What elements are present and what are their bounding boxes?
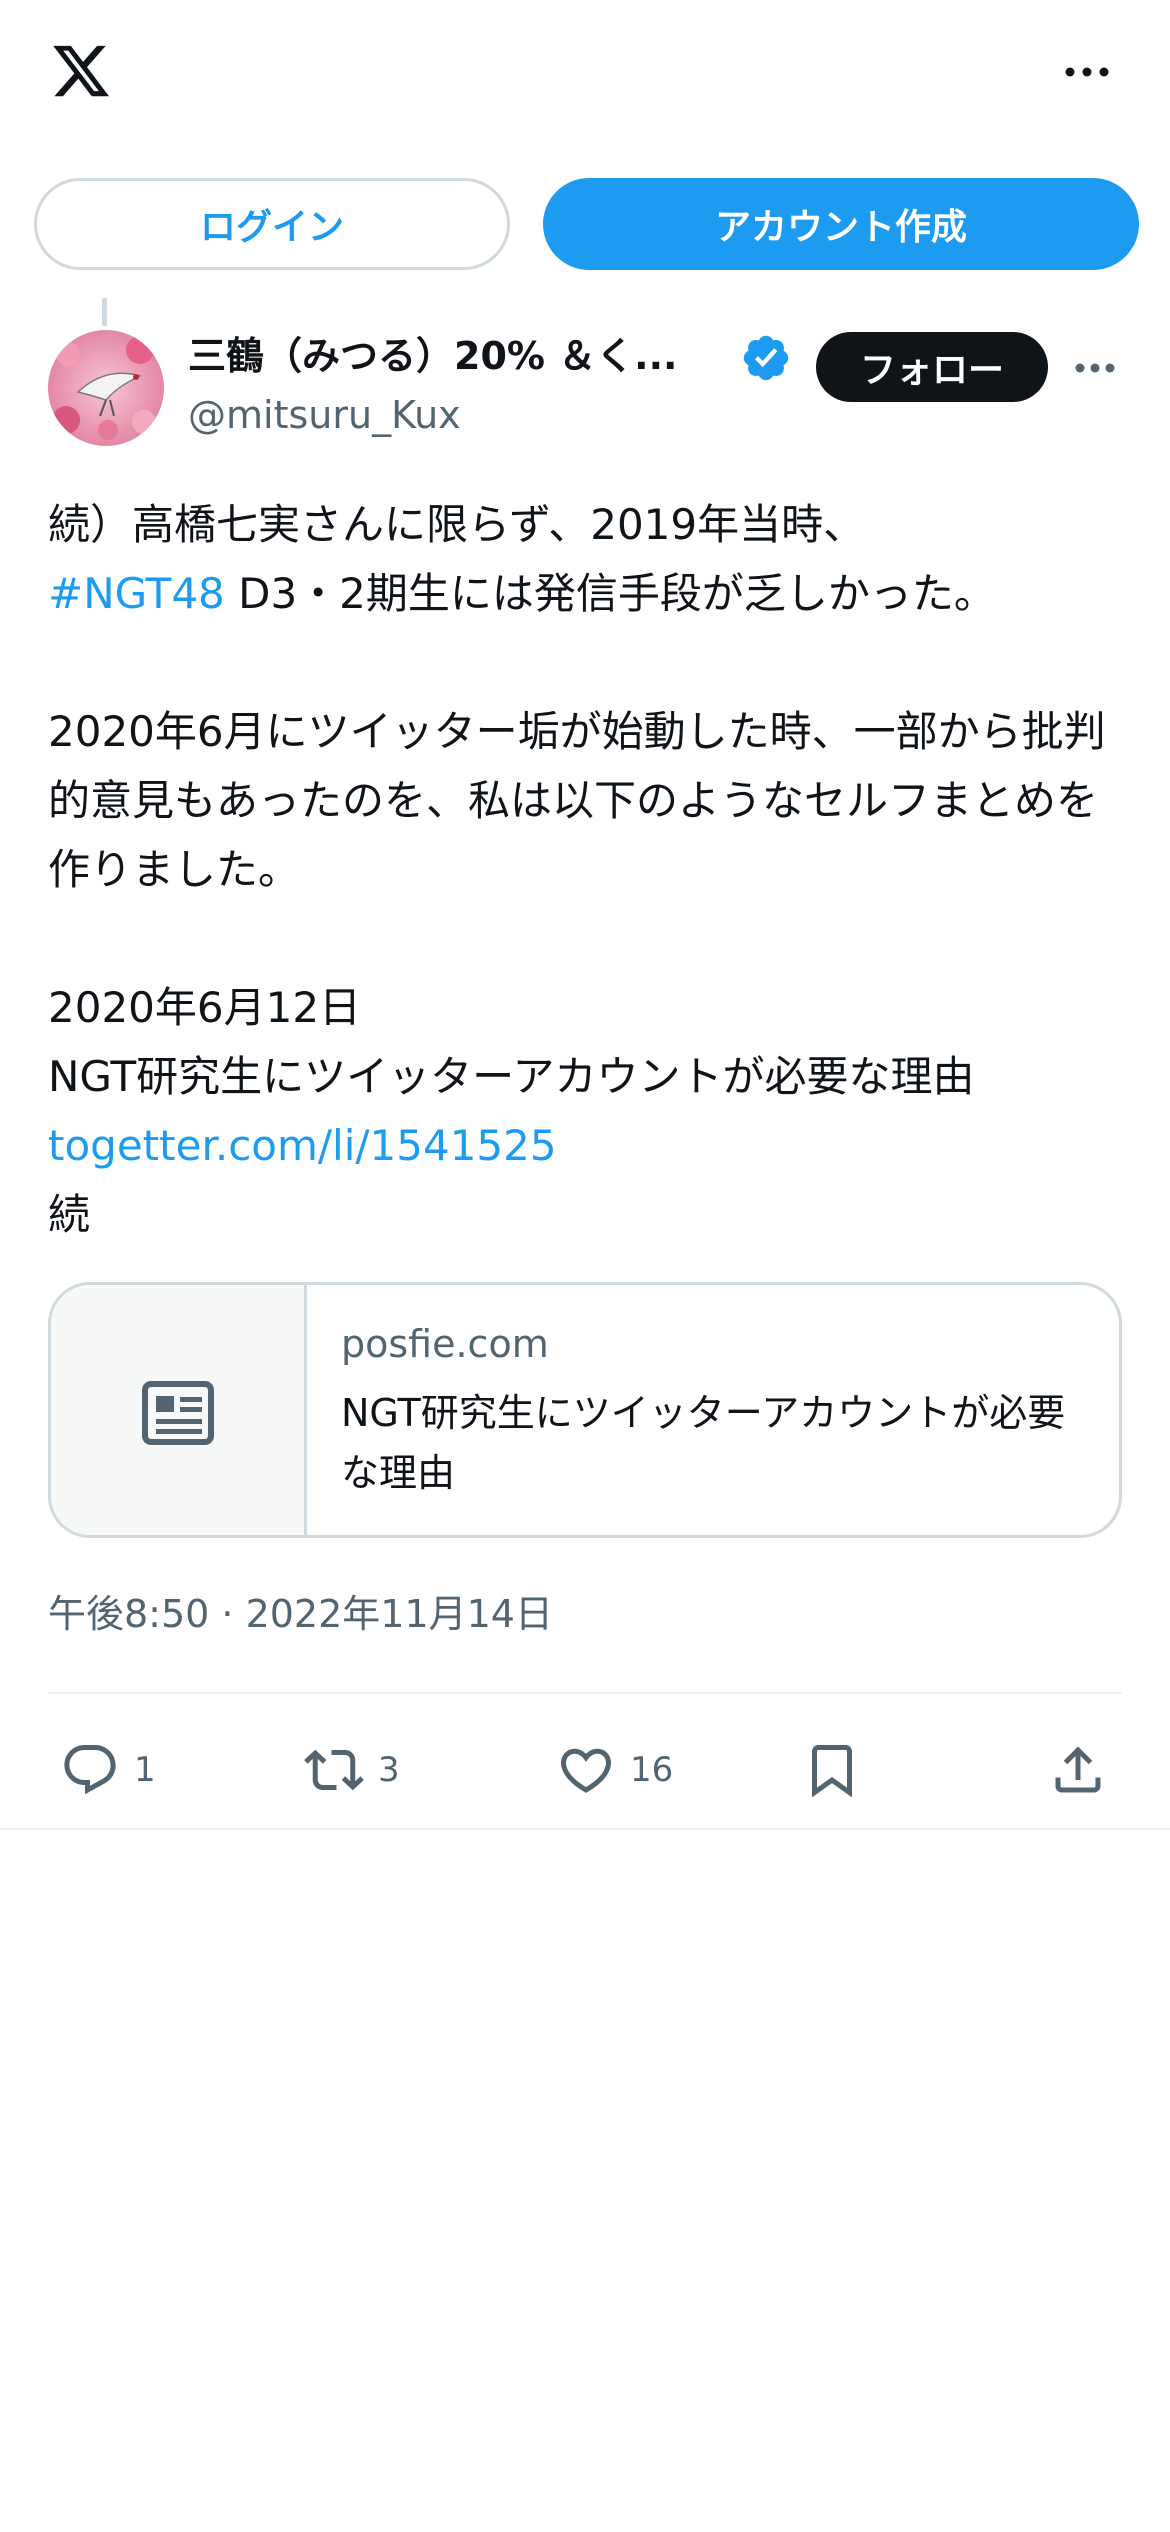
author-name[interactable]: 三鶴（みつる）20% ＆く... [188, 328, 728, 384]
signup-button[interactable]: アカウント作成 [543, 178, 1139, 270]
card-title: NGT研究生にツイッターアカウントが必要な理由 [341, 1391, 1066, 1495]
article-icon [141, 1381, 214, 1445]
bookmark-button[interactable] [802, 1720, 862, 1820]
share-button[interactable] [1048, 1720, 1108, 1820]
card-thumbnail [51, 1285, 307, 1535]
card-domain: posfie.com [341, 1322, 549, 1366]
follow-button[interactable]: フォロー [816, 332, 1048, 402]
hashtag-link[interactable]: #NGT48 [48, 569, 225, 618]
link-preview-card[interactable]: posfie.com NGT研究生にツイッターアカウントが必要な理由 [48, 1282, 1122, 1538]
tweet-text-line2: D3・2期生には発信手段が乏しかった。 [224, 569, 996, 618]
tweet-more-icon[interactable] [1074, 362, 1116, 374]
reply-count: 1 [134, 1750, 156, 1790]
retweet-count: 3 [378, 1750, 400, 1790]
thread-connector-line [102, 298, 107, 326]
retweet-button[interactable]: 3 [304, 1720, 400, 1820]
tweet-timestamp[interactable]: 午後8:50 · 2022年11月14日 [48, 1586, 553, 1642]
more-dots-icon[interactable] [1062, 58, 1112, 86]
like-button[interactable]: 16 [556, 1720, 673, 1820]
retweet-icon [304, 1749, 364, 1791]
tweet-text-title: NGT研究生にツイッターアカウントが必要な理由 [48, 1052, 975, 1101]
reply-icon [64, 1745, 116, 1795]
login-button[interactable]: ログイン [34, 178, 510, 270]
auth-buttons: ログイン アカウント作成 [0, 178, 1170, 270]
author-handle[interactable]: @mitsuru_Kux [188, 390, 461, 440]
reply-button[interactable]: 1 [60, 1720, 156, 1820]
tweet-url-link[interactable]: togetter.com/li/1541525 [48, 1121, 557, 1170]
bookmark-icon [812, 1745, 852, 1798]
divider [48, 1692, 1122, 1694]
x-logo-icon[interactable] [48, 40, 114, 102]
tweet-text-line1: 続）高橋七実さんに限らず、2019年当時、 [48, 500, 866, 549]
like-count: 16 [630, 1750, 674, 1790]
action-bar: 1 3 16 [0, 1720, 1170, 1820]
avatar[interactable] [48, 330, 164, 446]
tweet-text: 続）高橋七実さんに限らず、2019年当時、 #NGT48 D3・2期生には発信手… [48, 490, 1128, 1249]
divider [0, 1828, 1170, 1830]
tweet-text-end: 続 [48, 1190, 91, 1239]
tweet-text-date: 2020年6月12日 [48, 983, 362, 1032]
tweet-text-para2: 2020年6月にツイッター垢が始動した時、一部から批判的意見もあったのを、私は以… [48, 707, 1106, 894]
heart-icon [560, 1748, 612, 1793]
share-icon [1055, 1746, 1101, 1793]
top-bar [0, 0, 1170, 150]
verified-badge-icon [743, 335, 789, 381]
